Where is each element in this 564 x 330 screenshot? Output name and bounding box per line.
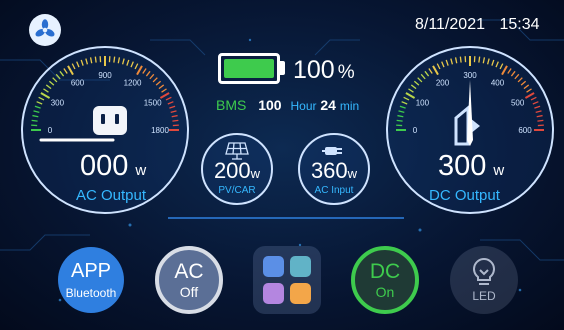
fan-glyph [35,19,55,37]
dc-gauge-tick-label: 300 [463,71,477,80]
ac-input-value-row: 360w [311,160,357,185]
fan-icon[interactable] [29,14,61,46]
ac-input-unit: w [347,166,358,181]
dc-gauge-tick [459,56,462,63]
dc-gauge-tick [478,56,481,63]
status-date: 8/11/2021 [415,16,485,33]
dc-output-number: 300 [438,150,487,182]
light-bulb-icon [473,257,495,285]
dc-gauge-tick [537,119,544,122]
battery-percent-unit: % [337,62,355,83]
dc-gauge-tick-label: 200 [436,78,450,87]
ac-gauge-tick-label: 900 [98,71,112,80]
battery-icon [218,53,280,84]
bms-hour-label: Hour [290,99,317,113]
ac-gauge-tick [94,56,97,63]
ac-output-label: AC Output [76,187,147,204]
dc-gauge-tick [396,119,403,122]
ac-button-title: AC [174,260,204,283]
ac-gauge-tick-label: 1200 [124,78,142,87]
battery-fill [224,59,274,78]
bms-hours: 100 [258,97,282,113]
ac-input: 360w AC Input [298,133,370,205]
ac-output-value: 000 w [80,150,146,183]
ac-toggle-button[interactable]: AC Off [155,246,223,314]
apps-tile-teal [290,256,311,277]
bms-minutes: 24 [320,97,336,113]
app-button-title: APP [70,260,112,282]
apps-menu-button[interactable] [253,246,321,314]
led-button[interactable]: LED [450,246,518,314]
ac-output-unit: w [135,162,147,179]
ac-button-status: Off [179,284,199,300]
dc-gauge-tick-label: 600 [518,126,532,135]
ac-gauge-tick-label: 1500 [144,99,162,108]
pv-car-input: 200w PV/CAR [201,133,273,205]
app-bluetooth-button[interactable]: APP Bluetooth [58,247,124,313]
ac-input-value: 360 [310,158,348,183]
battery-terminal [280,61,285,75]
dc-gauge-tick-label: 400 [491,78,505,87]
date-time: 8/11/2021 15:34 [415,16,540,34]
pv-unit: w [250,166,261,181]
dc-output-value: 300 w [438,150,504,183]
apps-tile-purple [263,283,284,304]
led-label: LED [472,289,496,303]
ac-output-number: 000 [80,150,129,182]
pv-value: 200 [213,158,251,183]
battery-percent-value: 100 [293,56,335,84]
dc-output-label: DC Output [429,187,500,204]
ac-gauge-tick [172,119,179,122]
ac-outlet-icon [93,106,127,135]
ac-gauge-tick-label: 0 [48,126,53,135]
status-time: 15:34 [499,16,540,33]
dc-toggle-button[interactable]: DC On [351,246,419,314]
ac-gauge-tick [31,119,38,122]
bms-label: BMS [216,97,247,113]
bms-row: BMS 100 Hour 24 min [216,97,359,113]
dc-gauge-tick-label: 100 [416,99,430,108]
dc-gauge-tick-label: 500 [511,99,525,108]
dc-button-status: On [375,284,395,300]
apps-tile-blue [263,256,284,277]
apps-tile-orange [290,283,311,304]
ac-gauge-tick-label: 300 [51,99,65,108]
ac-input-label: AC Input [314,185,354,196]
dc-gauge-tick-label: 0 [413,126,418,135]
app-button-sub: Bluetooth [65,286,117,300]
ac-gauge-tick-label: 1800 [151,126,169,135]
pv-label: PV/CAR [218,185,256,196]
battery-percent: 100% [293,56,355,85]
dc-button-title: DC [369,260,401,283]
dc-output-unit: w [493,162,505,179]
ac-gauge-tick-label: 600 [71,78,85,87]
pv-value-row: 200w [214,160,260,185]
bms-min-label: min [339,99,360,113]
ac-gauge-tick [113,56,116,63]
device-screen: 8/11/2021 15:34 100% BMS 100 Hour 24 min… [0,0,564,330]
